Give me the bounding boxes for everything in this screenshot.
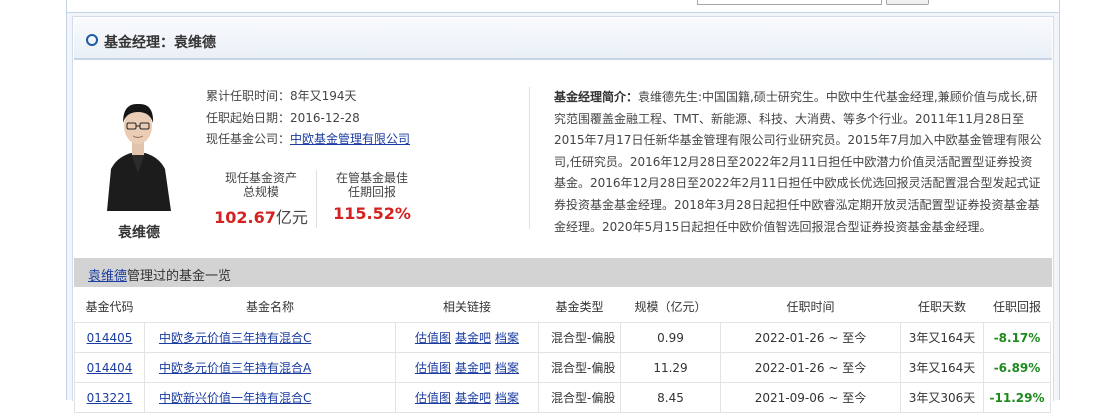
manager-bio: 基金经理简介：袁维德先生:中国国籍,硕士研究生。中欧中生代基金经理,兼顾价值与成… <box>554 87 1044 238</box>
fund-profile-link[interactable]: 档案 <box>495 331 519 345</box>
fund-name-link[interactable]: 中欧新兴价值一年持有混合C <box>159 391 311 405</box>
search-button[interactable] <box>886 0 929 5</box>
manager-photo <box>101 93 175 211</box>
aum-value: 102.67亿元 <box>206 204 316 228</box>
start-date-value: 2016-12-28 <box>290 111 360 125</box>
circle-bullet-icon <box>86 34 98 46</box>
fund-type: 混合型-偏股 <box>538 382 621 413</box>
bio-text: 袁维德先生:中国国籍,硕士研究生。中欧中生代基金经理,兼顾价值与成长,研究范围覆… <box>554 90 1042 234</box>
page-title: 基金经理：袁维德 <box>104 35 216 51</box>
start-date-row: 任职起始日期：2016-12-28 <box>206 110 360 126</box>
valuation-chart-link[interactable]: 估值图 <box>415 391 451 405</box>
bio-label: 基金经理简介： <box>554 90 639 104</box>
tenure-return: -8.17% <box>983 322 1051 353</box>
tenure-period: 2022-01-26 ~ 至今 <box>720 322 901 353</box>
tenure-period: 2021-09-06 ~ 至今 <box>720 382 901 413</box>
column-header: 基金类型 <box>538 290 621 323</box>
valuation-chart-link[interactable]: 估值图 <box>415 331 451 345</box>
tenure-row: 累计任职时间：8年又194天 <box>206 88 357 104</box>
fund-list-suffix: 管理过的基金一览 <box>127 269 232 284</box>
fund-forum-link[interactable]: 基金吧 <box>455 361 491 375</box>
fund-forum-link[interactable]: 基金吧 <box>455 331 491 345</box>
tenure-return: -6.89% <box>983 352 1051 383</box>
column-header: 任职回报 <box>983 290 1051 323</box>
manager-panel: 基金经理：袁维德 袁维德 累计任职时间：8年又194天 任职起始日期：2016-… <box>72 16 1054 413</box>
fund-profile-link[interactable]: 档案 <box>495 361 519 375</box>
aum-label-line1: 现任基金资产 <box>224 171 297 185</box>
column-header: 任职天数 <box>900 290 984 323</box>
tenure-return: -11.29% <box>983 382 1051 413</box>
column-header: 任职时间 <box>720 290 901 323</box>
fund-table-header: 基金代码 基金名称 相关链接 基金类型 规模（亿元） 任职时间 任职天数 任职回… <box>74 290 1051 323</box>
company-link[interactable]: 中欧基金管理有限公司 <box>290 132 410 146</box>
tenure-days: 3年又164天 <box>900 322 984 353</box>
best-return-label-line1: 在管基金最佳 <box>335 171 408 185</box>
tenure-period: 2022-01-26 ~ 至今 <box>720 352 901 383</box>
column-header: 规模（亿元） <box>620 290 721 323</box>
fund-size: 8.45 <box>620 382 721 413</box>
fund-size: 0.99 <box>620 322 721 353</box>
fund-code-link[interactable]: 013221 <box>87 391 133 405</box>
table-row: 014405 中欧多元价值三年持有混合C 估值图 基金吧 档案 混合型-偏股 0.9… <box>74 322 1051 353</box>
company-label: 现任基金公司： <box>206 132 291 146</box>
aum-number: 102.67 <box>214 208 276 227</box>
column-header: 基金名称 <box>144 290 396 323</box>
tenure-days: 3年又164天 <box>900 352 984 383</box>
fund-list-title: 袁维德管理过的基金一览 <box>88 265 231 284</box>
manager-name: 袁维德 <box>118 225 160 241</box>
fund-name-link[interactable]: 中欧多元价值三年持有混合A <box>159 361 311 375</box>
panel-header: 基金经理：袁维德 <box>74 18 1052 60</box>
fund-profile-link[interactable]: 档案 <box>495 391 519 405</box>
manager-name-link[interactable]: 袁维德 <box>88 269 127 284</box>
column-header: 基金代码 <box>74 290 145 323</box>
aum-label: 现任基金资产 总规模 <box>206 171 316 199</box>
fund-size: 11.29 <box>620 352 721 383</box>
best-return-label-line2: 任期回报 <box>347 185 396 199</box>
top-strip <box>67 0 1059 13</box>
fund-code-link[interactable]: 014405 <box>87 331 133 345</box>
aum-label-line2: 总规模 <box>242 185 279 199</box>
tenure-label: 累计任职时间： <box>206 89 291 103</box>
column-header: 相关链接 <box>395 290 539 323</box>
table-row: 014404 中欧多元价值三年持有混合A 估值图 基金吧 档案 混合型-偏股 11.… <box>74 352 1051 383</box>
section-divider <box>529 87 530 229</box>
fund-list-header: 袁维德管理过的基金一览 <box>74 258 1052 287</box>
tenure-value: 8年又194天 <box>290 89 357 103</box>
search-input[interactable] <box>697 0 882 5</box>
tenure-days: 3年又306天 <box>900 382 984 413</box>
company-row: 现任基金公司：中欧基金管理有限公司 <box>206 131 410 147</box>
fund-name-link[interactable]: 中欧多元价值三年持有混合C <box>159 331 311 345</box>
aum-unit: 亿元 <box>275 208 308 227</box>
fund-type: 混合型-偏股 <box>538 322 621 353</box>
fund-table: 基金代码 基金名称 相关链接 基金类型 规模（亿元） 任职时间 任职天数 任职回… <box>74 290 1051 413</box>
start-date-label: 任职起始日期： <box>206 111 291 125</box>
page-frame: 基金经理：袁维德 袁维德 累计任职时间：8年又194天 任职起始日期：2016-… <box>66 0 1060 413</box>
table-row: 013221 中欧新兴价值一年持有混合C 估值图 基金吧 档案 混合型-偏股 8.4… <box>74 382 1051 413</box>
valuation-chart-link[interactable]: 估值图 <box>415 361 451 375</box>
fund-forum-link[interactable]: 基金吧 <box>455 391 491 405</box>
fund-code-link[interactable]: 014404 <box>87 361 133 375</box>
best-return-label: 在管基金最佳 任期回报 <box>317 171 427 199</box>
fund-type: 混合型-偏股 <box>538 352 621 383</box>
best-return-value: 115.52% <box>333 204 411 223</box>
